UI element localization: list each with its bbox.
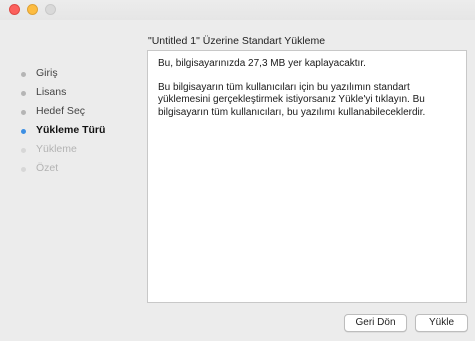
sidebar-step-license: Lisans	[20, 83, 105, 102]
step-label: Lisans	[36, 86, 67, 98]
sidebar-step-summary: Özet	[20, 159, 105, 178]
sidebar-step-destination: Hedef Seç	[20, 102, 105, 121]
installer-window: "Untitled 1" Üzerine Standart Yükleme Gi…	[0, 0, 475, 341]
sidebar-step-intro: Giriş	[20, 64, 105, 83]
step-bullet-icon	[21, 166, 26, 172]
install-description-text: Bu bilgisayarın tüm kullanıcıları için b…	[158, 81, 426, 118]
step-label: Giriş	[36, 67, 58, 79]
title-bar[interactable]	[0, 0, 475, 20]
minimize-window-button[interactable]	[27, 4, 38, 15]
close-window-button[interactable]	[9, 4, 20, 15]
step-bullet-icon	[21, 109, 26, 115]
step-label: Hedef Seç	[36, 105, 86, 117]
install-button[interactable]: Yükle	[415, 314, 468, 332]
step-label: Özet	[36, 162, 59, 174]
installer-steps-sidebar: Giriş Lisans Hedef Seç Yükleme Türü Yükl…	[20, 64, 105, 178]
go-back-button[interactable]: Geri Dön	[344, 314, 407, 332]
step-bullet-icon	[21, 128, 26, 134]
zoom-window-button	[45, 4, 56, 15]
disk-space-text: Bu, bilgisayarınızda 27,3 MB yer kaplaya…	[158, 58, 366, 69]
step-bullet-icon	[21, 71, 26, 77]
sidebar-step-installation: Yükleme	[20, 140, 105, 159]
step-bullet-icon	[21, 90, 26, 96]
content-pane: Bu, bilgisayarınızda 27,3 MB yer kaplaya…	[147, 50, 467, 303]
step-label: Yükleme Türü	[36, 124, 106, 136]
panel-title: "Untitled 1" Üzerine Standart Yükleme	[148, 35, 326, 47]
sidebar-step-installation-type: Yükleme Türü	[20, 121, 105, 140]
step-label: Yükleme	[36, 143, 77, 155]
step-bullet-icon	[21, 147, 26, 153]
